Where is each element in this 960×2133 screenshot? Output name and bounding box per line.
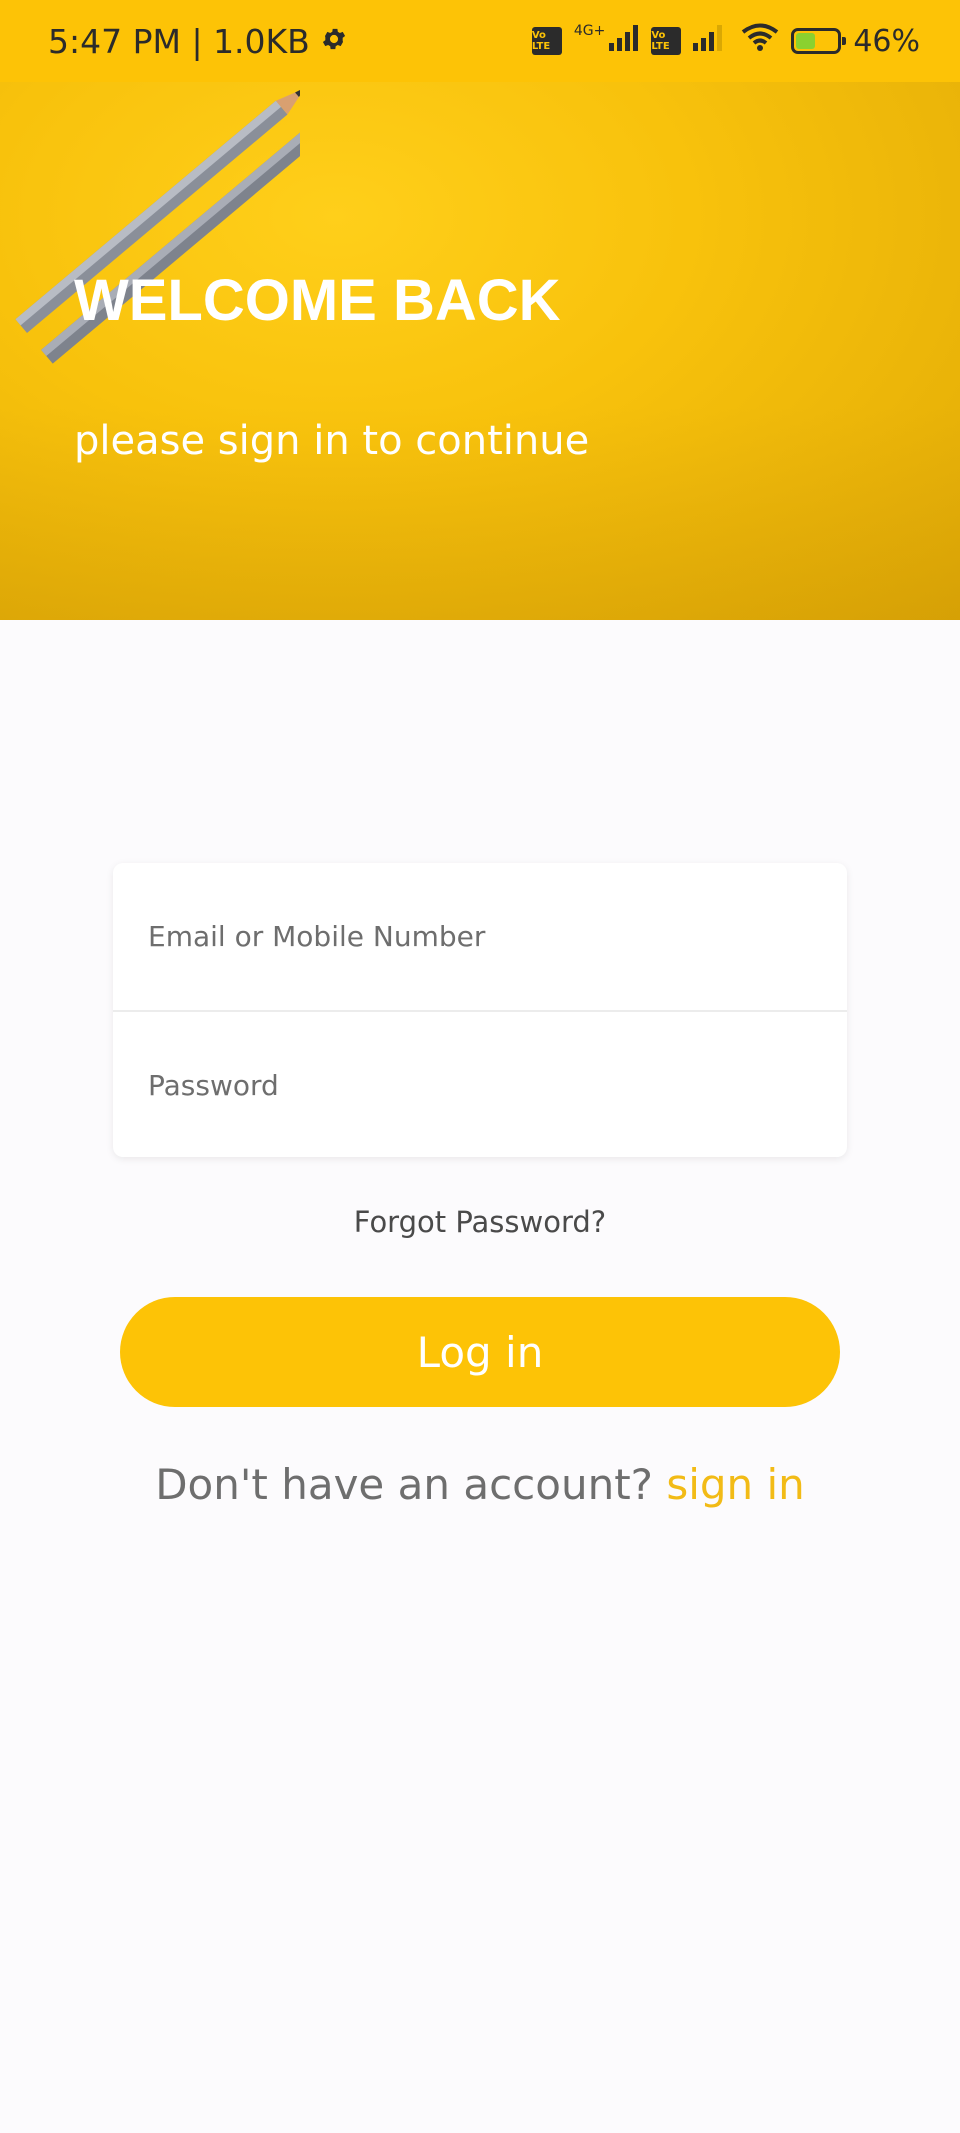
signup-link[interactable]: sign in [666, 1460, 804, 1509]
battery-level-fill [796, 33, 815, 49]
welcome-subtitle: please sign in to continue [74, 418, 590, 464]
network-type-label: 4G+ [573, 23, 606, 39]
signup-prompt: Don't have an account? [155, 1460, 653, 1509]
status-right: Vo LTE 4G+ Vo LTE 46% [531, 23, 920, 59]
password-field[interactable] [148, 1069, 847, 1102]
time-data-text: 5:47 PM | 1.0KB [48, 21, 310, 61]
volte-icon: Vo LTE [531, 27, 562, 55]
wifi-icon [741, 23, 779, 59]
volte-icon-2: Vo LTE [651, 27, 682, 55]
status-bar: 5:47 PM | 1.0KB Vo LTE 4G+ Vo LTE 46% [0, 0, 960, 82]
gear-icon [320, 22, 348, 61]
signup-row: Don't have an account? sign in [0, 1460, 960, 1509]
email-field-wrapper [113, 863, 847, 1010]
battery-icon [791, 28, 847, 54]
hero-shade [0, 82, 960, 620]
signal-icon-2 [693, 24, 729, 59]
welcome-title: WELCOME BACK [74, 268, 561, 333]
signal-icon [609, 24, 639, 59]
hero-banner: WELCOME BACK please sign in to continue [0, 82, 960, 620]
status-left: 5:47 PM | 1.0KB [48, 22, 348, 61]
email-field[interactable] [148, 920, 847, 953]
login-form-card [113, 863, 847, 1157]
login-button[interactable]: Log in [120, 1297, 840, 1407]
battery-percent: 46% [853, 23, 920, 59]
password-field-wrapper [113, 1012, 847, 1159]
forgot-password-link[interactable]: Forgot Password? [0, 1205, 960, 1239]
